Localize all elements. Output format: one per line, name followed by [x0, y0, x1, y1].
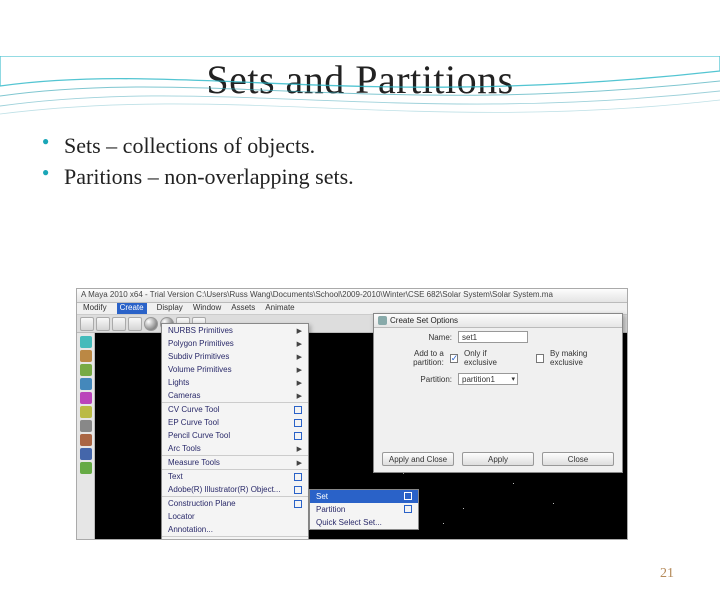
menu-item-nurbs[interactable]: NURBS Primitives▶	[162, 324, 308, 337]
submenu-item-partition[interactable]: Partition	[310, 503, 418, 516]
toolbox-icon[interactable]	[80, 462, 92, 474]
bullet-item: Paritions – non-overlapping sets.	[42, 162, 720, 193]
toolbox-icon[interactable]	[80, 406, 92, 418]
menu-window[interactable]: Window	[193, 303, 221, 314]
menu-item-measure[interactable]: Measure Tools▶	[162, 456, 308, 470]
slide-title: Sets and Partitions	[0, 56, 720, 103]
toolbox-icon[interactable]	[80, 434, 92, 446]
menu-item-constplane[interactable]: Construction Plane	[162, 497, 308, 510]
menu-item-lights[interactable]: Lights▶	[162, 376, 308, 389]
by-making-exclusive-label: By making exclusive	[550, 349, 614, 367]
menu-display[interactable]: Display	[157, 303, 183, 314]
bullet-item: Sets – collections of objects.	[42, 131, 720, 162]
shelf-icon[interactable]	[128, 317, 142, 331]
submenu-item-quickselect[interactable]: Quick Select Set...	[310, 516, 418, 529]
menu-item-arc[interactable]: Arc Tools▶	[162, 442, 308, 456]
menu-item-illustrator[interactable]: Adobe(R) Illustrator(R) Object...	[162, 483, 308, 497]
shelf-icon[interactable]	[112, 317, 126, 331]
maya-toolbox	[77, 333, 95, 540]
bullet-list: Sets – collections of objects. Paritions…	[42, 131, 720, 193]
menu-item-cameras[interactable]: Cameras▶	[162, 389, 308, 403]
toolbox-icon[interactable]	[80, 378, 92, 390]
menu-item-annotation[interactable]: Annotation...	[162, 523, 308, 537]
partition-select[interactable]: partition1	[458, 373, 518, 385]
only-if-exclusive-label: Only if exclusive	[464, 349, 515, 367]
menu-item-cvcurve[interactable]: CV Curve Tool	[162, 403, 308, 416]
shelf-icon[interactable]	[80, 317, 94, 331]
menu-item-text[interactable]: Text	[162, 470, 308, 483]
submenu-item-set[interactable]: Set	[310, 490, 418, 503]
shelf-sphere-icon[interactable]	[144, 317, 158, 331]
toolbox-icon[interactable]	[80, 350, 92, 362]
toolbox-icon[interactable]	[80, 420, 92, 432]
shelf-icon[interactable]	[96, 317, 110, 331]
menu-item-polygon[interactable]: Polygon Primitives▶	[162, 337, 308, 350]
dialog-title-text: Create Set Options	[390, 316, 458, 325]
toolbox-icon[interactable]	[80, 392, 92, 404]
add-partition-label: Add to a partition:	[382, 349, 444, 367]
only-if-exclusive-checkbox[interactable]	[450, 354, 458, 363]
toolbox-icon[interactable]	[80, 364, 92, 376]
create-set-dialog: Create Set Options Name: set1 Add to a p…	[373, 313, 623, 473]
apply-button[interactable]: Apply	[462, 452, 534, 466]
dialog-titlebar: Create Set Options	[374, 314, 622, 328]
menu-item-volume[interactable]: Volume Primitives▶	[162, 363, 308, 376]
apply-close-button[interactable]: Apply and Close	[382, 452, 454, 466]
partition-label: Partition:	[382, 375, 452, 384]
menu-item-subdiv[interactable]: Subdiv Primitives▶	[162, 350, 308, 363]
menu-assets[interactable]: Assets	[231, 303, 255, 314]
name-input[interactable]: set1	[458, 331, 528, 343]
menu-animate[interactable]: Animate	[265, 303, 294, 314]
close-button[interactable]: Close	[542, 452, 614, 466]
name-label: Name:	[382, 333, 452, 342]
maya-screenshot: A Maya 2010 x64 - Trial Version C:\Users…	[76, 288, 628, 540]
menu-create[interactable]: Create	[117, 303, 147, 314]
menu-item-epcurve[interactable]: EP Curve Tool	[162, 416, 308, 429]
menu-item-locator[interactable]: Locator	[162, 510, 308, 523]
sets-submenu: Set Partition Quick Select Set...	[309, 489, 419, 530]
maya-window-title: A Maya 2010 x64 - Trial Version C:\Users…	[77, 289, 627, 303]
toolbox-icon[interactable]	[80, 448, 92, 460]
by-making-exclusive-checkbox[interactable]	[536, 354, 544, 363]
menu-modify[interactable]: Modify	[83, 303, 107, 314]
menu-item-pencil[interactable]: Pencil Curve Tool	[162, 429, 308, 442]
dialog-icon	[378, 316, 387, 325]
page-number: 21	[660, 566, 674, 582]
create-menu-dropdown: NURBS Primitives▶ Polygon Primitives▶ Su…	[161, 323, 309, 540]
toolbox-icon[interactable]	[80, 336, 92, 348]
